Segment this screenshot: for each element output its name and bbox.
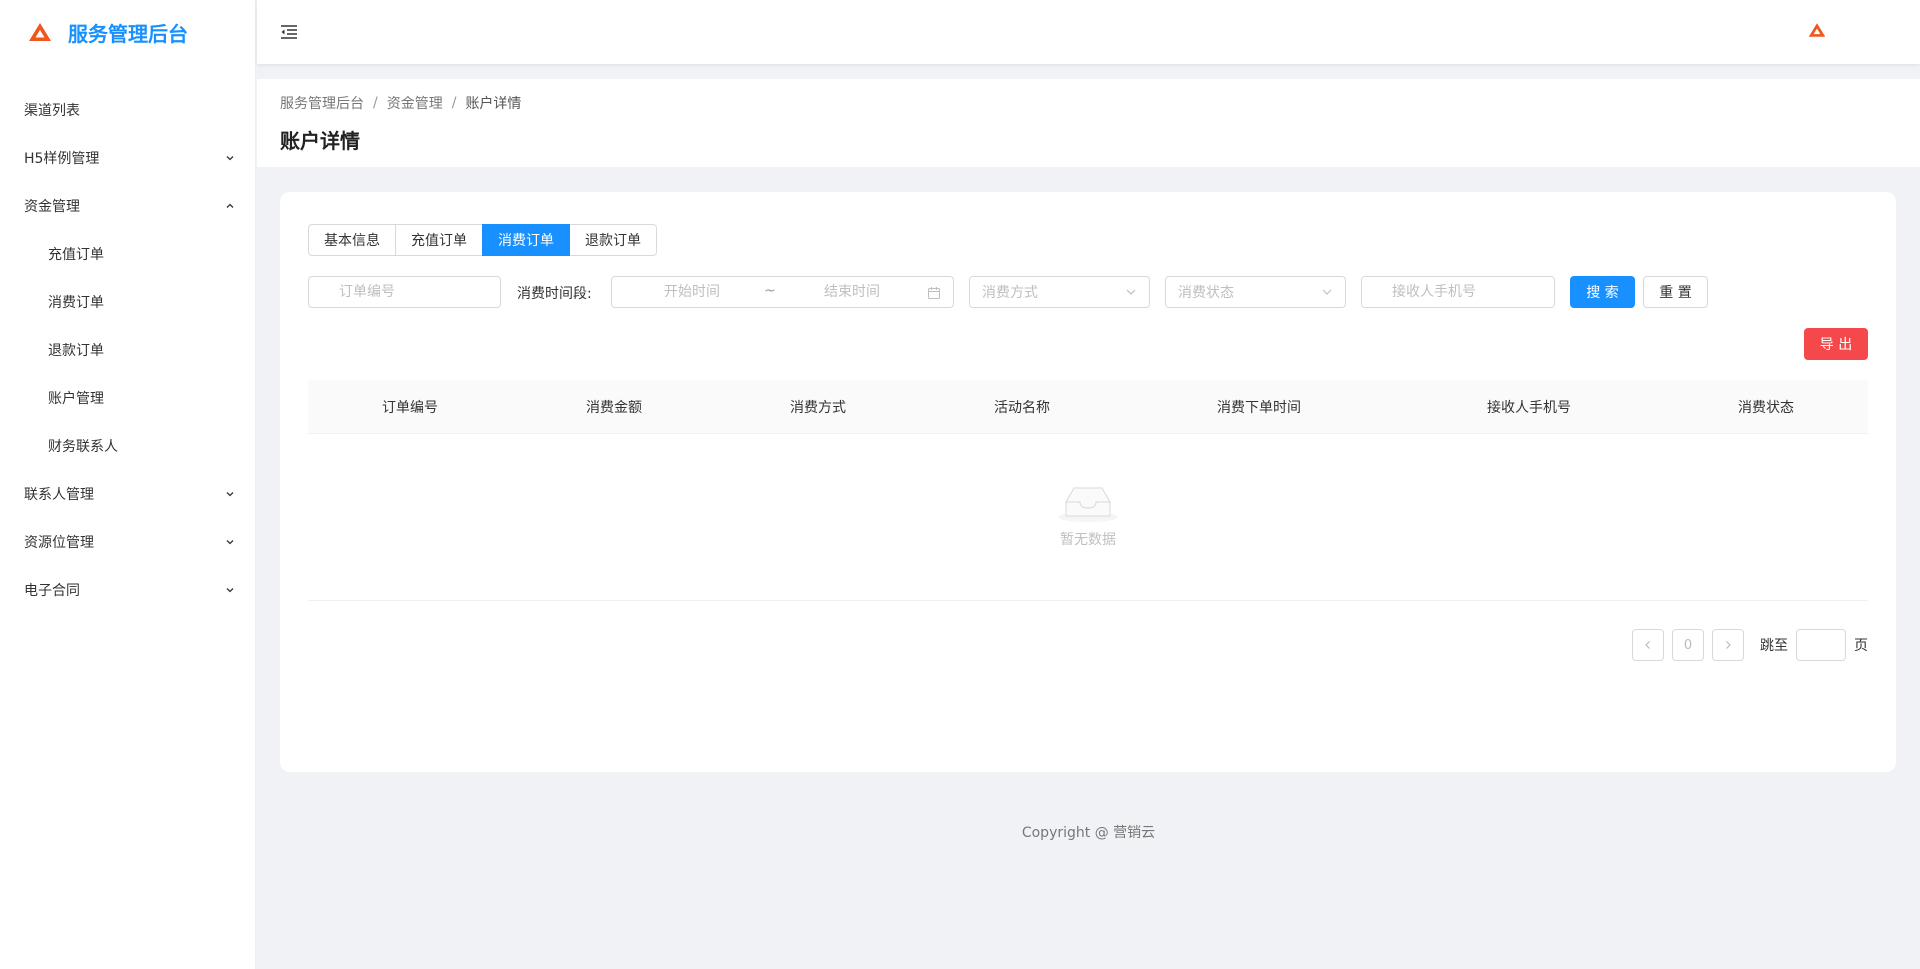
sidebar-item-label: H5样例管理 xyxy=(24,151,100,167)
column-header: 订单编号 xyxy=(382,399,438,416)
chevron-down-icon xyxy=(225,585,235,595)
sidebar-item-contacts[interactable]: 联系人管理 xyxy=(0,470,255,518)
filter-bar: 消费时间段: ~ 消费方式 消费状态 搜 索 重 置 xyxy=(308,276,1868,308)
sidebar-item-h5-sample[interactable]: H5样例管理 xyxy=(0,134,255,182)
calendar-icon xyxy=(928,287,940,299)
breadcrumb: 服务管理后台 / 资金管理 / 账户详情 xyxy=(280,93,1920,113)
range-separator: ~ xyxy=(764,283,776,299)
column-header: 消费金额 xyxy=(586,399,642,416)
sidebar-item-channel-list[interactable]: 渠道列表 xyxy=(0,86,255,134)
sidebar-item-recharge-orders[interactable]: 充值订单 xyxy=(0,230,255,278)
orders-table: 订单编号 消费金额 消费方式 活动名称 消费下单时间 接收人手机号 消费状态 暂… xyxy=(308,380,1868,601)
sidebar-item-label: 联系人管理 xyxy=(24,487,94,503)
sidebar-item-label: 消费订单 xyxy=(48,295,104,311)
pagination: 0 跳至 页 xyxy=(1632,629,1868,661)
sidebar-item-label: 电子合同 xyxy=(24,583,80,599)
receiver-phone-input[interactable] xyxy=(1361,276,1555,308)
sidebar-item-consume-orders[interactable]: 消费订单 xyxy=(0,278,255,326)
end-time-input[interactable] xyxy=(782,277,922,307)
chevron-up-icon xyxy=(225,201,235,211)
footer: Copyright @ 营销云 xyxy=(1021,825,1156,841)
column-header: 消费下单时间 xyxy=(1217,399,1301,416)
next-page-button[interactable] xyxy=(1712,629,1744,661)
top-header xyxy=(257,0,1920,64)
column-header: 接收人手机号 xyxy=(1487,399,1571,416)
sidebar-item-label: 渠道列表 xyxy=(24,103,80,119)
sidebar-item-funds[interactable]: 资金管理 xyxy=(0,182,255,230)
sidebar-item-refund-orders[interactable]: 退款订单 xyxy=(0,326,255,374)
tab-consume-orders[interactable]: 消费订单 xyxy=(482,224,570,256)
column-header: 消费状态 xyxy=(1738,399,1794,416)
search-button[interactable]: 搜 索 xyxy=(1570,276,1635,308)
time-range-picker[interactable]: ~ xyxy=(611,276,954,308)
logo[interactable]: 服务管理后台 xyxy=(0,0,255,64)
empty-state: 暂无数据 xyxy=(1056,482,1120,549)
table-header: 订单编号 消费金额 消费方式 活动名称 消费下单时间 接收人手机号 消费状态 xyxy=(308,380,1868,434)
sidebar-item-account-management[interactable]: 账户管理 xyxy=(0,374,255,422)
tab-group: 基本信息 充值订单 消费订单 退款订单 xyxy=(308,224,657,256)
breadcrumb-item[interactable]: 服务管理后台 xyxy=(280,93,364,113)
breadcrumb-item[interactable]: 资金管理 xyxy=(387,93,443,113)
page-number[interactable]: 0 xyxy=(1672,629,1704,661)
tab-recharge-orders[interactable]: 充值订单 xyxy=(395,224,483,256)
sidebar: 服务管理后台 渠道列表 H5样例管理 资金管理 充值订单 消费订单 退款订单 账… xyxy=(0,0,256,969)
page-header: 服务管理后台 / 资金管理 / 账户详情 账户详情 xyxy=(257,79,1920,167)
sidebar-item-label: 资源位管理 xyxy=(24,535,94,551)
chevron-down-icon xyxy=(225,153,235,163)
breadcrumb-separator: / xyxy=(373,95,378,111)
breadcrumb-separator: / xyxy=(451,95,457,111)
consume-method-select[interactable]: 消费方式 xyxy=(969,276,1150,308)
left-arrow-icon xyxy=(1645,641,1650,649)
sidebar-item-resource-slots[interactable]: 资源位管理 xyxy=(0,518,255,566)
chevron-down-icon xyxy=(225,537,235,547)
order-no-input[interactable] xyxy=(308,276,501,308)
prev-page-button[interactable] xyxy=(1632,629,1664,661)
tab-basic-info[interactable]: 基本信息 xyxy=(308,224,396,256)
table-body: 暂无数据 xyxy=(308,434,1868,601)
page-unit: 页 xyxy=(1854,638,1868,654)
column-header: 活动名称 xyxy=(994,399,1050,416)
sidebar-item-label: 财务联系人 xyxy=(48,439,118,455)
chevron-down-icon xyxy=(225,489,235,499)
breadcrumb-current: 账户详情 xyxy=(465,96,522,112)
menu-fold-icon[interactable] xyxy=(279,22,299,42)
select-placeholder: 消费方式 xyxy=(982,285,1038,301)
reset-button[interactable]: 重 置 xyxy=(1643,276,1708,308)
inbox-empty-icon xyxy=(1058,487,1118,522)
page-title: 账户详情 xyxy=(280,129,360,153)
logo-icon[interactable] xyxy=(1808,22,1826,38)
sidebar-item-label: 充值订单 xyxy=(48,247,104,263)
sidebar-item-finance-contacts[interactable]: 财务联系人 xyxy=(0,422,255,470)
column-header: 消费方式 xyxy=(790,399,846,416)
select-placeholder: 消费状态 xyxy=(1178,285,1234,301)
time-range-label: 消费时间段: xyxy=(517,286,592,302)
start-time-input[interactable] xyxy=(622,277,762,307)
right-arrow-icon xyxy=(1726,641,1731,649)
jump-page-input[interactable] xyxy=(1796,629,1846,661)
empty-text: 暂无数据 xyxy=(1060,532,1116,548)
sidebar-item-e-contract[interactable]: 电子合同 xyxy=(0,566,255,614)
sidebar-item-label: 资金管理 xyxy=(24,199,80,215)
consume-status-select[interactable]: 消费状态 xyxy=(1165,276,1346,308)
sidebar-item-label: 账户管理 xyxy=(48,391,104,407)
sidebar-menu: 渠道列表 H5样例管理 资金管理 充值订单 消费订单 退款订单 账户管理 财务联… xyxy=(0,86,255,614)
jump-label: 跳至 xyxy=(1760,638,1788,654)
logo-icon xyxy=(29,23,51,41)
sidebar-item-label: 退款订单 xyxy=(48,343,104,359)
export-button[interactable]: 导 出 xyxy=(1804,328,1868,360)
content-card: 基本信息 充值订单 消费订单 退款订单 消费时间段: ~ 消费方式 消费状态 搜… xyxy=(280,192,1896,772)
chevron-down-icon xyxy=(1322,289,1332,295)
chevron-down-icon xyxy=(1126,289,1136,295)
tab-refund-orders[interactable]: 退款订单 xyxy=(569,224,657,256)
app-title: 服务管理后台 xyxy=(68,21,188,46)
